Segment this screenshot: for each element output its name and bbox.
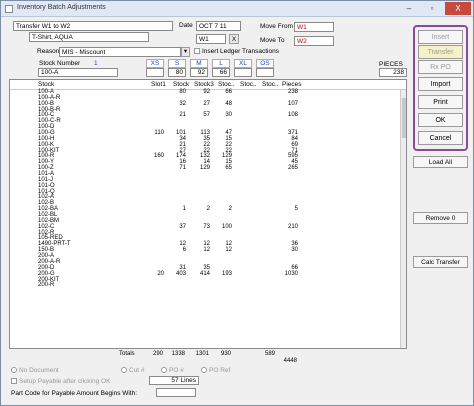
grid-rows: 100-A 80 92 66 238 100-A-R 100-B 32 27 48 107 100-B…: [10, 89, 400, 289]
chevron-down-icon[interactable]: ▾: [181, 47, 190, 57]
size-tab-s[interactable]: S: [168, 59, 186, 68]
total-stock3: 1301: [195, 351, 209, 357]
insert-ledger-label: Insert Ledger Transactions: [202, 48, 279, 55]
checkbox-icon: [11, 378, 17, 385]
totals-row: Totals 290 1338 1301 930 589 4448: [9, 350, 407, 364]
date-field[interactable]: OCT 7 11: [196, 21, 241, 31]
window-title: Inventory Batch Adjustments: [17, 4, 106, 11]
size-tab-l[interactable]: L: [212, 59, 230, 68]
ok-button[interactable]: OK: [418, 113, 463, 127]
setup-payable-label: Setup Payable after clicking OK: [19, 378, 111, 385]
maximize-button[interactable]: ▫: [421, 2, 443, 15]
cancel-button[interactable]: Cancel: [418, 131, 463, 145]
grid-scrollbar[interactable]: [400, 90, 406, 348]
clear-warehouse-button[interactable]: X: [229, 34, 239, 44]
no-document-label: No Document: [19, 367, 59, 374]
col-header-stoc4[interactable]: Stoc..: [218, 81, 235, 88]
table-row[interactable]: 200-R: [10, 282, 400, 289]
cell-stock: 200-R: [38, 282, 55, 289]
radio-icon: [201, 367, 207, 374]
checkbox-icon: [194, 48, 200, 55]
col-header-pieces[interactable]: Pieces: [282, 81, 302, 88]
action-panel: Insert Transfer Rx PO Import Print OK Ca…: [413, 25, 468, 151]
qty-xs[interactable]: [146, 68, 164, 77]
po-ref-label: PO Ref: [209, 367, 231, 374]
pieces-field: 238: [379, 68, 407, 77]
qty-s[interactable]: 80: [168, 68, 186, 77]
calc-transfer-button[interactable]: Calc Transfer: [413, 256, 468, 268]
move-to-label: Move To: [260, 37, 285, 44]
insert-ledger-checkbox[interactable]: Insert Ledger Transactions: [194, 48, 279, 55]
print-button[interactable]: Print: [418, 95, 463, 109]
qty-m[interactable]: 92: [190, 68, 208, 77]
remove-0-button[interactable]: Remove 0: [413, 212, 468, 224]
move-to-field[interactable]: W2: [294, 36, 334, 46]
title-bar: Inventory Batch Adjustments – ▫ X: [1, 1, 473, 17]
load-all-button[interactable]: Load All: [413, 156, 468, 168]
col-header-slot1[interactable]: Slot1: [151, 81, 166, 88]
inventory-batch-window: Inventory Batch Adjustments – ▫ X Transf…: [0, 0, 474, 406]
reason-select[interactable]: MIS - Miscount: [59, 47, 181, 57]
move-from-field[interactable]: W1: [294, 22, 334, 32]
pieces-label: PIECES: [379, 61, 403, 68]
size-tab-m[interactable]: M: [190, 59, 208, 68]
stock-grid: Stock Slot1 Stock Stock3 Stoc.. Stoc.. S…: [9, 79, 407, 349]
stock-number-field[interactable]: 100-A: [38, 68, 118, 77]
size-tab-os[interactable]: OS: [256, 59, 274, 68]
close-window-button[interactable]: X: [445, 2, 471, 15]
qty-os[interactable]: [256, 68, 274, 77]
col-header-stock3[interactable]: Stock3: [194, 81, 214, 88]
transfer-button[interactable]: Transfer: [418, 45, 463, 59]
no-document-radio[interactable]: No Document: [11, 367, 59, 374]
total-stock: 1338: [171, 351, 185, 357]
reason-label: Reason: [37, 48, 60, 55]
size-tab-xl[interactable]: XL: [234, 59, 252, 68]
stock-index: 1: [94, 60, 98, 67]
scroll-thumb[interactable]: [402, 98, 406, 138]
cut-label: Cut #: [129, 367, 145, 374]
po-ref-radio[interactable]: PO Ref: [201, 367, 230, 374]
totals-label: Totals: [119, 351, 135, 357]
rx-po-button[interactable]: Rx PO: [418, 60, 463, 74]
part-code-label: Part Code for Payable Amount Begins With…: [11, 390, 138, 397]
lines-count: 57 Lines: [149, 376, 199, 385]
col-header-stoc5[interactable]: Stoc..: [240, 81, 257, 88]
stock-number-label: Stock Number: [39, 60, 81, 67]
item-description-field[interactable]: T-Shirt, AQUA: [29, 32, 149, 42]
radio-icon: [121, 367, 127, 374]
size-tab-xs[interactable]: XS: [146, 59, 164, 68]
col-header-stock[interactable]: Stock: [38, 81, 54, 88]
date-label: Date: [179, 22, 193, 29]
total-stoc6: 589: [264, 351, 275, 357]
col-header-stock2[interactable]: Stock: [173, 81, 189, 88]
po-label: PO #: [169, 367, 184, 374]
minimize-button[interactable]: –: [399, 2, 419, 15]
qty-xl[interactable]: [234, 68, 252, 77]
insert-button[interactable]: Insert: [418, 30, 463, 44]
warehouse-field[interactable]: W1: [196, 34, 226, 44]
app-icon: [5, 5, 13, 13]
qty-l[interactable]: 66: [212, 68, 230, 77]
col-header-stoc6[interactable]: Stoc..: [262, 81, 279, 88]
part-code-field[interactable]: [156, 388, 196, 397]
total-pieces: 4448: [283, 358, 297, 364]
radio-icon: [161, 367, 167, 374]
po-radio[interactable]: PO #: [161, 367, 184, 374]
total-stoc4: 930: [220, 351, 231, 357]
transfer-description-field[interactable]: Transfer W1 to W2: [13, 21, 173, 31]
setup-payable-checkbox[interactable]: Setup Payable after clicking OK: [11, 378, 110, 385]
radio-icon: [11, 367, 17, 374]
total-slot1: 290: [152, 351, 163, 357]
import-button[interactable]: Import: [418, 77, 463, 91]
move-from-label: Move From: [260, 23, 293, 30]
cut-radio[interactable]: Cut #: [121, 367, 145, 374]
